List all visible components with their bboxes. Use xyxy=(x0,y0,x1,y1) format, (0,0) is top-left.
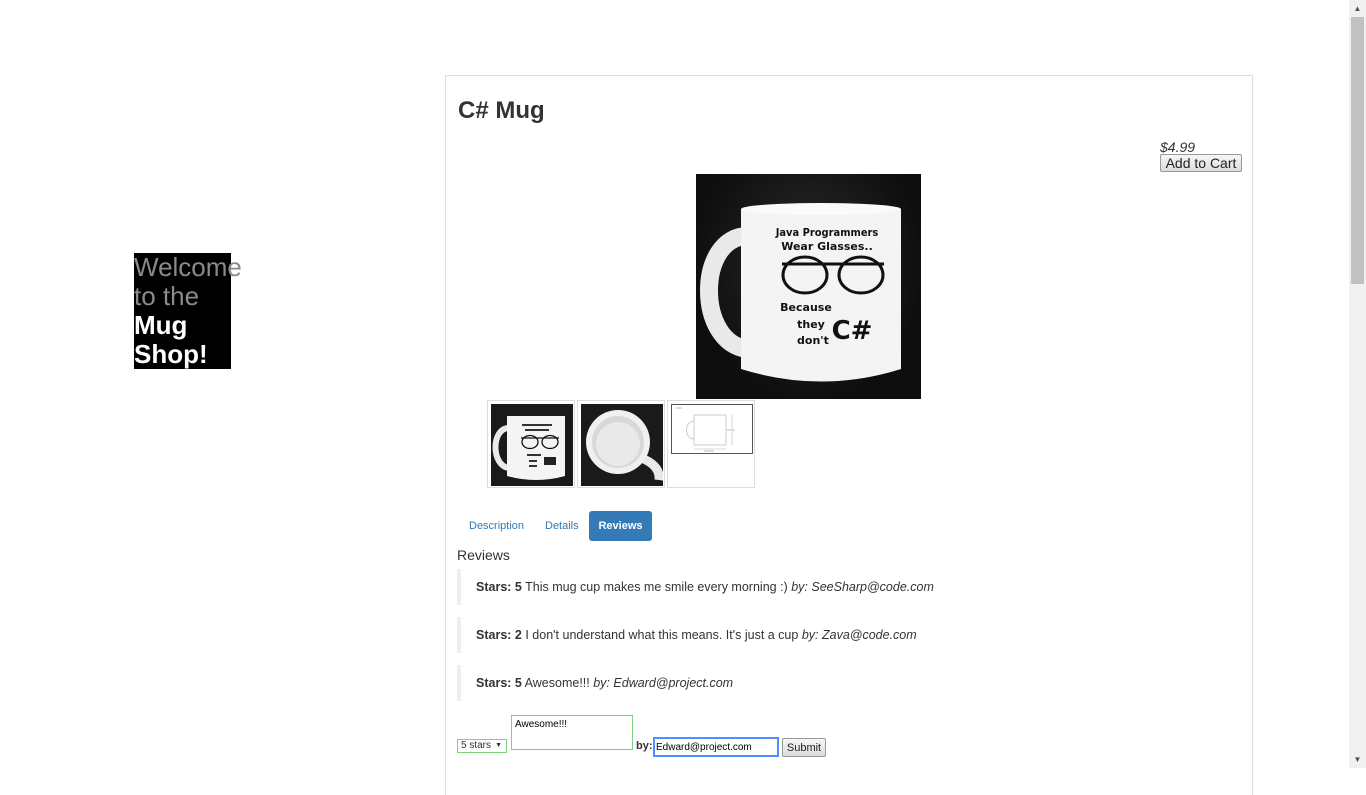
review-stars-value: 5 xyxy=(514,580,522,594)
review-by-label: by: xyxy=(593,676,610,690)
review-stars-value: 5 xyxy=(514,676,522,690)
reviews-heading: Reviews xyxy=(457,547,510,563)
review-item: Stars: 2 I don't understand what this me… xyxy=(457,617,1157,653)
product-title: C# Mug xyxy=(458,97,545,124)
tab-description[interactable]: Description xyxy=(457,511,536,541)
tab-reviews[interactable]: Reviews xyxy=(589,511,652,541)
review-item: Stars: 5 Awesome!!! by: Edward@project.c… xyxy=(457,665,1157,701)
scroll-thumb[interactable] xyxy=(1351,17,1364,284)
review-author: Zava@code.com xyxy=(822,628,917,642)
author-email-input[interactable] xyxy=(653,737,779,757)
review-body: This mug cup makes me smile every mornin… xyxy=(525,580,788,594)
review-author: Edward@project.com xyxy=(613,676,734,690)
mug-text-line3: Because xyxy=(780,301,832,314)
welcome-text-line1: Welcome xyxy=(134,252,242,282)
review-stars-label: Stars: xyxy=(476,580,512,594)
tab-details[interactable]: Details xyxy=(533,511,591,541)
review-by-label: by: xyxy=(791,580,808,594)
mug-text-line2: Wear Glasses.. xyxy=(781,240,873,253)
review-stars-value: 2 xyxy=(514,628,522,642)
product-main-image: Java Programmers Wear Glasses.. Because … xyxy=(696,174,921,399)
by-label: by: xyxy=(636,740,653,752)
vertical-scrollbar[interactable]: ▲ ▼ xyxy=(1349,0,1366,768)
stars-select[interactable]: 5 stars ▼ xyxy=(457,739,507,753)
review-author: SeeSharp@code.com xyxy=(811,580,934,594)
review-comment-input[interactable]: Awesome!!! xyxy=(511,715,633,750)
review-body: I don't understand what this means. It's… xyxy=(525,628,799,642)
thumbnail-front[interactable] xyxy=(487,400,575,488)
product-price: $4.99 xyxy=(1160,139,1196,155)
welcome-text-line2: to the xyxy=(134,281,200,311)
mug-text-csharp: C# xyxy=(832,316,873,346)
scroll-up-arrow-icon[interactable]: ▲ xyxy=(1349,0,1366,17)
mug-text-line1: Java Programmers xyxy=(775,226,879,239)
scroll-down-arrow-icon[interactable]: ▼ xyxy=(1349,751,1366,768)
welcome-text-line3: Mug xyxy=(134,310,188,340)
mug-text-line5: don't xyxy=(797,334,829,347)
stars-select-value: 5 stars xyxy=(461,740,492,751)
thumbnail-dimensions[interactable] xyxy=(667,400,755,488)
review-item: Stars: 5 This mug cup makes me smile eve… xyxy=(457,569,1157,605)
welcome-text-line4: Shop! xyxy=(134,339,208,369)
review-body: Awesome!!! xyxy=(524,676,590,690)
dropdown-arrow-icon: ▼ xyxy=(495,742,502,749)
submit-review-button[interactable]: Submit xyxy=(782,738,826,757)
welcome-banner: Welcome to the Mug Shop! xyxy=(134,253,242,369)
review-stars-label: Stars: xyxy=(476,628,512,642)
add-to-cart-button[interactable]: Add to Cart xyxy=(1160,154,1242,172)
thumbnail-top[interactable] xyxy=(577,400,665,488)
mug-text-line4: they xyxy=(797,318,825,331)
review-stars-label: Stars: xyxy=(476,676,512,690)
review-by-label: by: xyxy=(801,628,819,642)
